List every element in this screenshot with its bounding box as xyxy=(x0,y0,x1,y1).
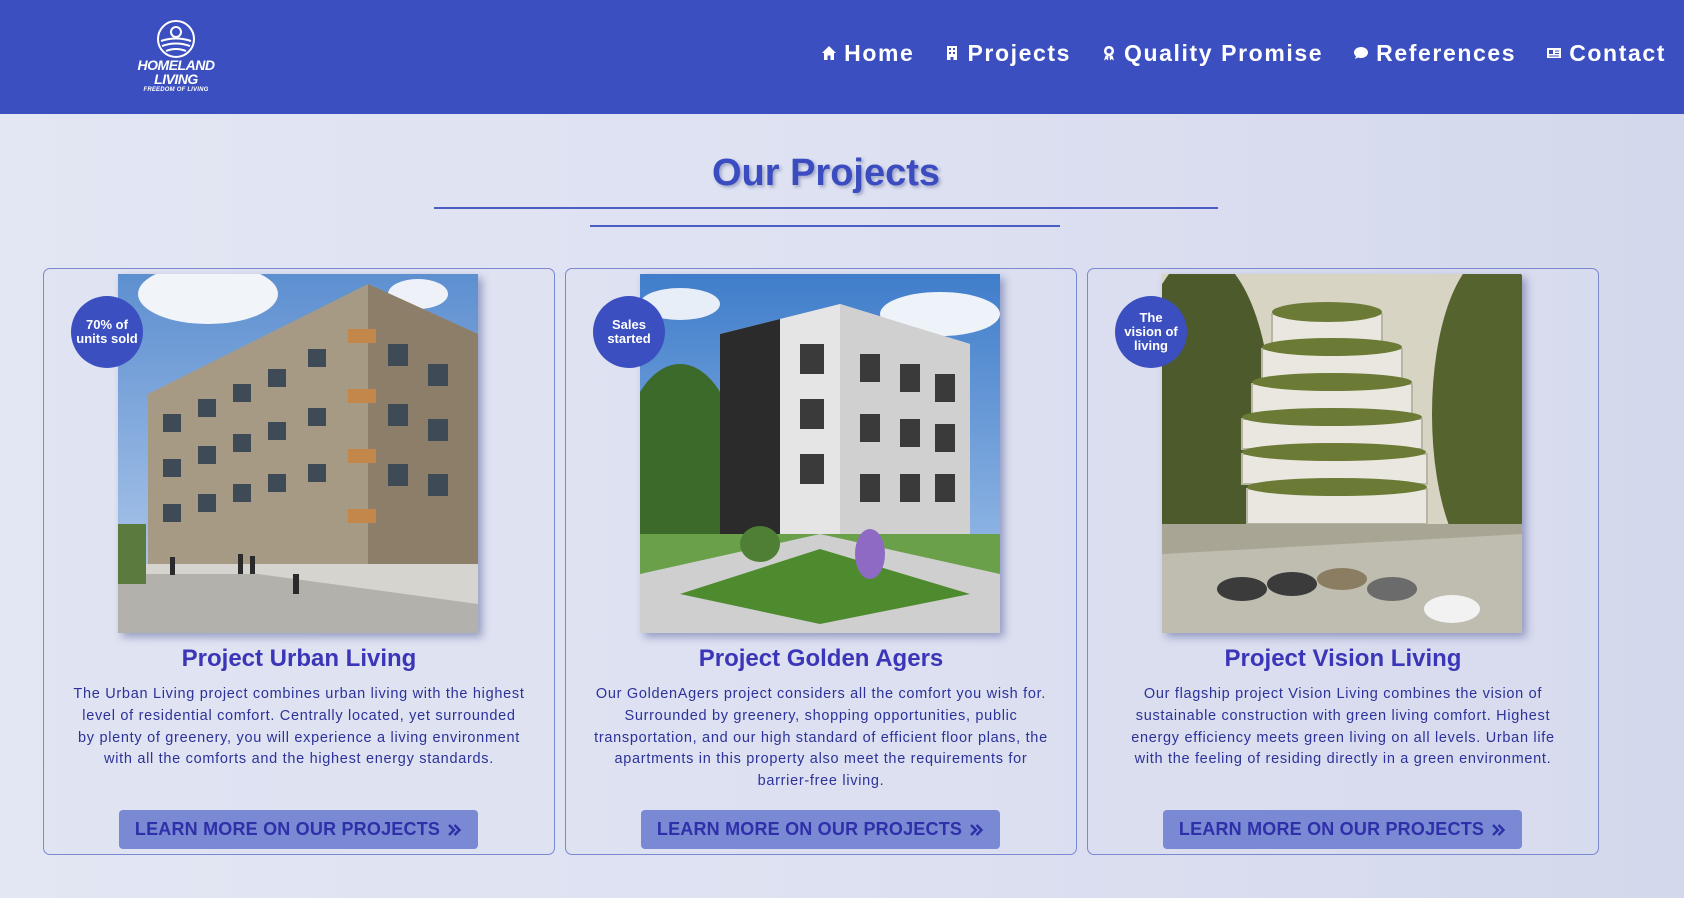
title-divider xyxy=(590,225,1060,227)
status-badge: The vision of living xyxy=(1115,296,1187,368)
nav-item-quality-promise[interactable]: Quality Promise xyxy=(1101,40,1323,67)
learn-more-button[interactable]: LEARN MORE ON OUR PROJECTS xyxy=(641,810,1000,849)
status-badge: 70% of units sold xyxy=(71,296,143,368)
project-title: Project Golden Agers xyxy=(698,645,944,672)
comment-icon xyxy=(1353,45,1369,61)
double-chevron-right-icon xyxy=(448,823,462,836)
section-title: Our Projects xyxy=(711,152,941,194)
button-label: LEARN MORE ON OUR PROJECTS xyxy=(656,819,963,839)
project-image[interactable] xyxy=(1162,274,1522,633)
nav-item-projects[interactable]: Projects xyxy=(944,40,1071,67)
project-description: Our flagship project Vision Living combi… xyxy=(1131,686,1555,768)
project-description: The Urban Living project combines urban … xyxy=(73,686,525,768)
project-image[interactable] xyxy=(118,274,478,633)
learn-more-button[interactable]: LEARN MORE ON OUR PROJECTS xyxy=(119,810,478,849)
project-title: Project Urban Living xyxy=(181,645,417,672)
home-icon xyxy=(821,45,837,61)
building-icon xyxy=(944,45,960,61)
nav-item-references[interactable]: References xyxy=(1353,40,1516,67)
nav-item-contact[interactable]: Contact xyxy=(1546,40,1666,67)
main-nav: Home Projects Quality Promise References… xyxy=(821,38,1666,68)
project-title: Project Vision Living xyxy=(1224,645,1462,672)
double-chevron-right-icon xyxy=(1492,823,1506,836)
project-card-urban-living: 70% of units sold Project Urban Living T… xyxy=(43,268,555,855)
title-divider xyxy=(434,207,1218,209)
learn-more-button[interactable]: LEARN MORE ON OUR PROJECTS xyxy=(1163,810,1522,849)
button-label: LEARN MORE ON OUR PROJECTS xyxy=(134,819,441,839)
nav-label: Projects xyxy=(967,39,1072,66)
project-image[interactable] xyxy=(640,274,1000,633)
project-description: Our GoldenAgers project considers all th… xyxy=(594,686,1048,790)
nav-label: Quality Promise xyxy=(1124,39,1324,66)
button-label: LEARN MORE ON OUR PROJECTS xyxy=(1178,819,1485,839)
nav-label: Home xyxy=(844,39,915,66)
project-card-vision-living: The vision of living Project Vision Livi… xyxy=(1087,268,1599,855)
status-badge: Sales started xyxy=(593,296,665,368)
logo-tagline: FREEDOM OF LIVING xyxy=(143,87,209,93)
double-chevron-right-icon xyxy=(970,823,984,836)
site-header: HOMELAND LIVING FREEDOM OF LIVING Home P… xyxy=(0,0,1684,114)
logo-name: HOMELAND LIVING xyxy=(137,57,215,87)
nav-label: References xyxy=(1376,39,1517,66)
contact-card-icon xyxy=(1546,45,1562,61)
award-icon xyxy=(1101,45,1117,61)
nav-label: Contact xyxy=(1569,39,1666,66)
nav-item-home[interactable]: Home xyxy=(821,40,914,67)
project-card-golden-agers: Sales started Project Golden Agers Our G… xyxy=(565,268,1077,855)
logo[interactable]: HOMELAND LIVING FREEDOM OF LIVING xyxy=(118,20,234,93)
logo-emblem-icon xyxy=(157,20,195,58)
